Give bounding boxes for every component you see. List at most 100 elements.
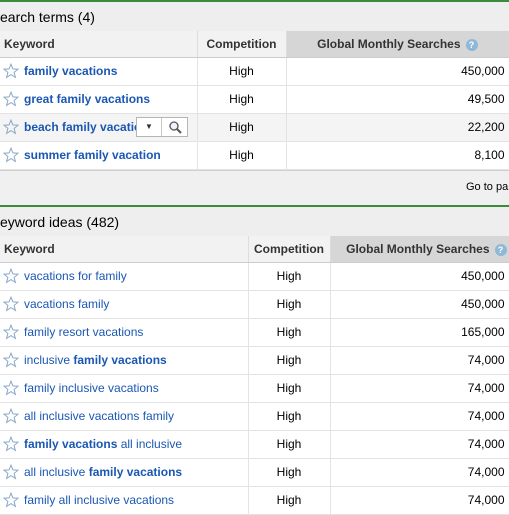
searches-header-label: Global Monthly Searches: [317, 36, 461, 51]
star-outline-icon[interactable]: [2, 323, 20, 340]
keyword-match-text: family vacations: [24, 437, 118, 451]
keyword-cell: vacations for family: [0, 262, 249, 291]
help-icon[interactable]: ?: [465, 38, 478, 51]
keyword-text: family inclusive vacations: [24, 381, 159, 395]
competition-cell: High: [248, 318, 331, 347]
keyword-text: vacations for family: [24, 269, 127, 283]
keyword-cell: great family vacations: [0, 85, 198, 114]
keyword-ideas-title: eyword ideas (482): [0, 213, 120, 230]
keyword-match-text: family vacations: [73, 353, 167, 367]
keyword-text: inclusive: [24, 353, 74, 367]
search-terms-title: earch terms (4): [0, 8, 95, 25]
table-row: beach family vacatio ▼ High 22,200: [0, 113, 509, 142]
searches-cell: 165,000: [330, 318, 509, 347]
keyword-match-text: family vacations: [88, 465, 183, 479]
row-tools: ▼: [136, 116, 188, 137]
table-row: family inclusive vacations High 74,000: [0, 374, 509, 403]
magnifier-icon[interactable]: [162, 118, 187, 136]
table-row: inclusive family vacations High 74,000: [0, 346, 509, 375]
keyword-link[interactable]: all inclusive vacations family: [24, 409, 174, 423]
table-row: vacations for family High 450,000: [0, 262, 509, 291]
chevron-down-icon[interactable]: ▼: [137, 117, 162, 136]
keyword-link[interactable]: inclusive family vacations: [24, 353, 167, 367]
competition-cell: High: [197, 141, 287, 170]
keyword-link[interactable]: great family vacations: [24, 92, 150, 106]
competition-column-header[interactable]: Competition: [197, 31, 287, 58]
table-row: summer family vacation High 8,100: [0, 141, 509, 170]
searches-column-header[interactable]: Global Monthly Searches?: [330, 236, 509, 263]
keyword-cell: family resort vacations: [0, 318, 249, 347]
star-outline-icon[interactable]: [2, 435, 20, 452]
search-terms-table: Keyword Competition Global Monthly Searc…: [0, 31, 509, 170]
keyword-ideas-table: Keyword Competition Global Monthly Searc…: [0, 236, 509, 515]
keyword-link[interactable]: all inclusive family vacations: [24, 465, 182, 479]
competition-cell: High: [248, 458, 331, 487]
keyword-text: family resort vacations: [24, 325, 144, 339]
star-outline-icon[interactable]: [2, 118, 20, 135]
keyword-cell: beach family vacatio ▼: [0, 113, 198, 142]
keyword-cell: family vacations: [0, 57, 198, 86]
keyword-cell: summer family vacation: [0, 141, 198, 170]
keyword-text: all inclusive: [117, 437, 183, 451]
keyword-link[interactable]: family vacations all inclusive: [24, 437, 182, 451]
star-outline-icon[interactable]: [2, 146, 20, 163]
keyword-ideas-header: eyword ideas (482): [0, 205, 509, 236]
keyword-header-label: Keyword: [4, 36, 55, 51]
star-outline-icon[interactable]: [2, 267, 20, 284]
table-row: all inclusive family vacations High 74,000: [0, 458, 509, 487]
searches-header-label: Global Monthly Searches: [346, 241, 490, 256]
keyword-cell: all inclusive family vacations: [0, 458, 249, 487]
searches-cell: 74,000: [330, 402, 509, 431]
competition-cell: High: [248, 374, 331, 403]
star-outline-icon[interactable]: [2, 90, 20, 107]
searches-cell: 74,000: [330, 374, 509, 403]
keyword-text: all inclusive vacations family: [24, 409, 175, 423]
keyword-text: vacations family: [24, 297, 110, 311]
competition-header-label: Competition: [254, 241, 324, 256]
keyword-text: all inclusive: [24, 465, 89, 479]
keyword-link[interactable]: beach family vacatio: [24, 120, 141, 134]
help-icon[interactable]: ?: [494, 243, 507, 256]
star-outline-icon[interactable]: [2, 351, 20, 368]
pagination-bar: Go to pa: [0, 170, 509, 205]
keyword-column-header[interactable]: Keyword: [0, 236, 249, 263]
table-row: family all inclusive vacations High 74,000: [0, 486, 509, 515]
competition-column-header[interactable]: Competition: [248, 236, 331, 263]
keyword-cell: all inclusive vacations family: [0, 402, 249, 431]
keyword-link[interactable]: family inclusive vacations: [24, 381, 159, 395]
keyword-cell: family inclusive vacations: [0, 374, 249, 403]
keyword-link[interactable]: vacations for family: [24, 269, 127, 283]
keyword-link[interactable]: summer family vacation: [24, 148, 161, 162]
star-outline-icon[interactable]: [2, 379, 20, 396]
searches-cell: 49,500: [286, 85, 509, 114]
competition-cell: High: [248, 290, 331, 319]
star-outline-icon[interactable]: [2, 407, 20, 424]
keyword-header-label: Keyword: [4, 241, 55, 256]
keyword-cell: inclusive family vacations: [0, 346, 249, 375]
star-outline-icon[interactable]: [2, 62, 20, 79]
competition-cell: High: [248, 402, 331, 431]
go-to-page-label: Go to pa: [466, 181, 509, 193]
keyword-column-header[interactable]: Keyword: [0, 31, 198, 58]
keyword-cell: family vacations all inclusive: [0, 430, 249, 459]
searches-cell: 74,000: [330, 430, 509, 459]
keyword-link[interactable]: family vacations: [24, 64, 117, 78]
star-outline-icon[interactable]: [2, 295, 20, 312]
keyword-text: family all inclusive vacations: [24, 493, 175, 507]
star-outline-icon[interactable]: [2, 463, 20, 480]
competition-cell: High: [248, 262, 331, 291]
table-row: family vacations all inclusive High 74,000: [0, 430, 509, 459]
search-terms-header: earch terms (4): [0, 0, 509, 31]
star-outline-icon[interactable]: [2, 491, 20, 508]
keyword-link[interactable]: vacations family: [24, 297, 109, 311]
keyword-link[interactable]: family resort vacations: [24, 325, 143, 339]
table-row: family resort vacations High 165,000: [0, 318, 509, 347]
table-row: vacations family High 450,000: [0, 290, 509, 319]
searches-column-header[interactable]: Global Monthly Searches?: [286, 31, 509, 58]
competition-cell: High: [197, 113, 287, 142]
searches-cell: 450,000: [330, 262, 509, 291]
competition-cell: High: [197, 57, 287, 86]
searches-cell: 450,000: [286, 57, 509, 86]
keyword-link[interactable]: family all inclusive vacations: [24, 493, 174, 507]
keyword-cell: vacations family: [0, 290, 249, 319]
